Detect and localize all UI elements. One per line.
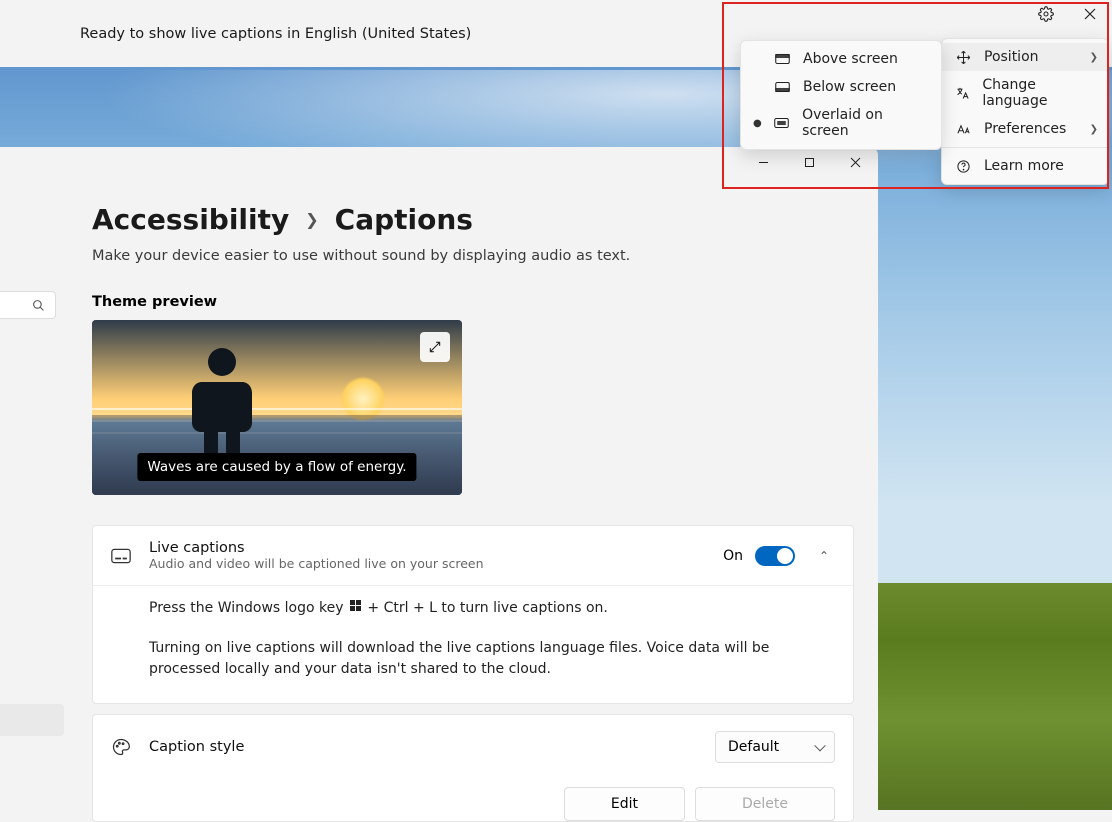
menu-item-change-language[interactable]: Change language: [942, 71, 1108, 115]
submenu-item-label: Below screen: [803, 79, 896, 95]
submenu-item-label: Overlaid on screen: [802, 107, 927, 139]
settings-window: Accessibility ❯ Captions Make your devic…: [0, 147, 878, 810]
caption-style-card: Caption style Default Edit Delete: [92, 714, 854, 822]
live-captions-details: Press the Windows logo key + Ctrl + L to…: [93, 585, 853, 703]
windows-logo-icon: [348, 600, 363, 611]
gear-icon: [1038, 6, 1054, 22]
live-captions-toggle[interactable]: [755, 546, 795, 566]
chevron-right-icon: ❯: [1090, 52, 1098, 63]
maximize-icon: [804, 157, 815, 168]
caption-style-edit-button[interactable]: Edit: [564, 787, 685, 821]
live-captions-title: Live captions: [149, 540, 705, 556]
theme-preview-label: Theme preview: [92, 294, 854, 310]
caption-style-delete-button: Delete: [695, 787, 835, 821]
minimize-icon: [758, 157, 769, 168]
preview-caption-text: Waves are caused by a flow of energy.: [137, 453, 416, 481]
settings-nav-item-stub[interactable]: [0, 704, 64, 736]
window-minimize-button[interactable]: [740, 147, 786, 177]
search-icon: [32, 299, 45, 312]
close-icon: [1084, 8, 1096, 20]
menu-item-position[interactable]: Position ❯: [942, 43, 1108, 71]
live-captions-card: Live captions Audio and video will be ca…: [92, 525, 854, 704]
close-icon: [850, 157, 861, 168]
breadcrumb-current: Captions: [335, 203, 473, 236]
caption-style-actions: Edit Delete: [93, 779, 853, 821]
live-captions-status: Ready to show live captions in English (…: [80, 26, 471, 42]
breadcrumb: Accessibility ❯ Captions: [92, 203, 854, 236]
dock-top-icon: [773, 53, 791, 65]
language-icon: [954, 86, 970, 101]
dock-bottom-icon: [773, 81, 791, 93]
window-titlebar-controls: [740, 147, 878, 177]
menu-item-learn-more[interactable]: Learn more: [942, 152, 1108, 180]
position-submenu: Above screen Below screen ● Overlaid on …: [740, 40, 942, 150]
menu-item-preferences[interactable]: Preferences ❯: [942, 115, 1108, 143]
live-captions-toggle-state: On: [723, 548, 743, 564]
menu-item-label: Position: [984, 49, 1039, 65]
caption-style-title: Caption style: [149, 739, 697, 755]
move-icon: [954, 50, 972, 65]
help-icon: [954, 159, 972, 174]
menu-item-label: Change language: [982, 77, 1094, 109]
captions-settings-button[interactable]: [1024, 0, 1068, 28]
caption-style-dropdown[interactable]: Default: [715, 731, 835, 763]
settings-search-stub[interactable]: [0, 291, 56, 319]
text-size-icon: [954, 122, 972, 137]
live-captions-subtitle: Audio and video will be captioned live o…: [149, 556, 705, 571]
submenu-item-above-screen[interactable]: Above screen: [741, 45, 941, 73]
chevron-right-icon: ❯: [1090, 124, 1098, 135]
current-indicator-dot: ●: [753, 118, 761, 129]
collapse-chevron-up-icon[interactable]: ⌃: [813, 549, 835, 563]
overlay-icon: [773, 117, 790, 129]
breadcrumb-parent[interactable]: Accessibility: [92, 203, 289, 236]
captions-close-button[interactable]: [1068, 0, 1112, 28]
menu-item-label: Learn more: [984, 158, 1064, 174]
submenu-item-below-screen[interactable]: Below screen: [741, 73, 941, 101]
captions-settings-menu: Position ❯ Change language Preferences ❯…: [941, 38, 1109, 185]
window-maximize-button[interactable]: [786, 147, 832, 177]
page-subtitle: Make your device easier to use without s…: [92, 248, 854, 264]
menu-item-label: Preferences: [984, 121, 1066, 137]
theme-preview-thumbnail: Waves are caused by a flow of energy.: [92, 320, 462, 495]
chevron-right-icon: ❯: [305, 210, 318, 229]
window-close-button[interactable]: [832, 147, 878, 177]
palette-icon: [111, 737, 131, 757]
expand-icon: [428, 340, 442, 354]
captions-icon: [111, 548, 131, 564]
submenu-item-label: Above screen: [803, 51, 898, 67]
submenu-item-overlaid[interactable]: ● Overlaid on screen: [741, 101, 941, 145]
preview-expand-button[interactable]: [420, 332, 450, 362]
